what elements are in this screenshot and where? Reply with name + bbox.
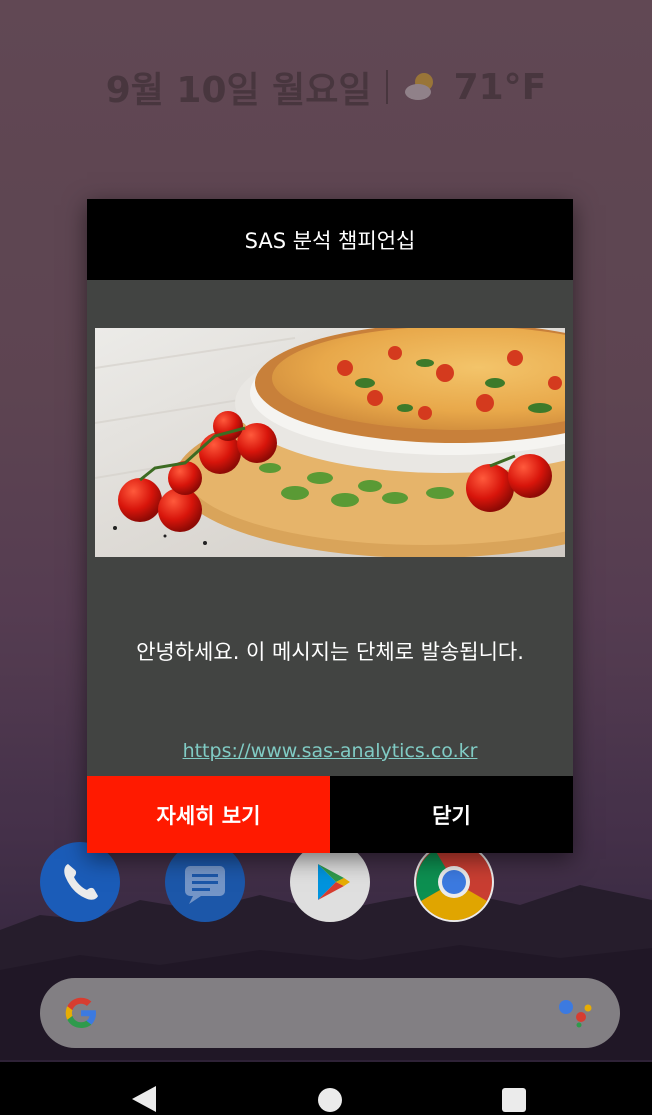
view-details-button[interactable]: 자세히 보기 xyxy=(87,776,330,853)
promo-dialog: SAS 분석 챔피언십 안녕하세요. 이 메시지는 단체로 발송됩니다. htt… xyxy=(87,199,573,853)
dialog-title: SAS 분석 챔피언십 xyxy=(87,199,573,280)
website-link[interactable]: https://www.sas-analytics.co.kr xyxy=(87,740,573,762)
home-screen: 9월 10일 월요일 71°F SAS 분석 챔피언십 안녕하세요. 이 메시지… xyxy=(0,0,652,1115)
dialog-message: 안녕하세요. 이 메시지는 단체로 발송됩니다. xyxy=(136,640,524,664)
pizza-image[interactable] xyxy=(95,328,565,557)
dialog-actions: 자세히 보기 닫기 xyxy=(87,776,573,853)
close-button[interactable]: 닫기 xyxy=(330,776,573,853)
